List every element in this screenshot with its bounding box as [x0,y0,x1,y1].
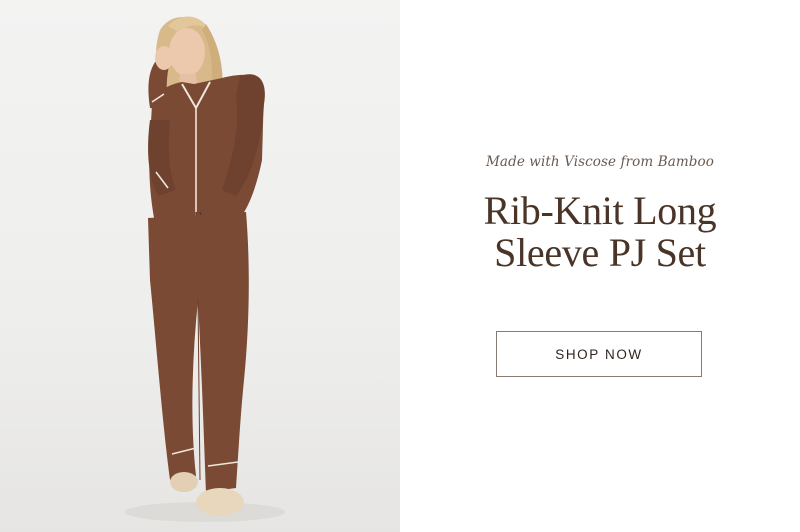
promo-content: Made with Viscose from Bamboo Rib-Knit L… [400,0,800,532]
promo-eyebrow: Made with Viscose from Bamboo [486,154,714,170]
hero-banner: Made with Viscose from Bamboo Rib-Knit L… [0,0,800,532]
model-illustration [125,16,285,522]
product-photo[interactable] [0,0,400,532]
promo-title: Rib-Knit Long Sleeve PJ Set [400,190,800,274]
promo-title-line1: Rib-Knit Long [483,188,717,233]
promo-title-line2: Sleeve PJ Set [494,230,706,275]
shop-now-button[interactable]: SHOP NOW [496,331,702,377]
